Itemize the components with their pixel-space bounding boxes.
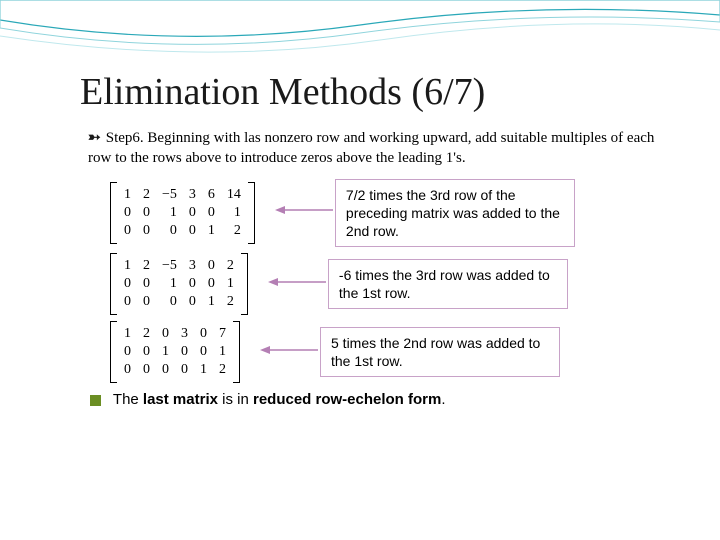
callout-1: 7/2 times the 3rd row of the preceding m… (335, 179, 575, 248)
arrow-left-icon (260, 340, 320, 365)
arrow-left-icon (275, 200, 335, 225)
arrow-left-icon (268, 272, 328, 297)
callout-3: 5 times the 2nd row was added to the 1st… (320, 327, 560, 377)
step-label: Step6. (106, 130, 144, 146)
matrix-row-1: 12−53614 001001 000012 7/2 times the 3rd… (80, 179, 660, 248)
final-statement: The last matrix is in reduced row-echelo… (90, 391, 660, 408)
matrix-2: 12−5302 001001 000012 (110, 253, 248, 315)
matrix-row-3: 120307 001001 000012 5 times the 2nd row… (80, 321, 660, 383)
slide-body: Elimination Methods (6/7) ➳ Step6. Begin… (0, 0, 720, 428)
slide-title: Elimination Methods (6/7) (80, 70, 660, 114)
matrix-3: 120307 001001 000012 (110, 321, 240, 383)
step-paragraph: ➳ Step6. Beginning with las nonzero row … (88, 128, 660, 169)
square-bullet-icon (90, 395, 101, 406)
matrix-1: 12−53614 001001 000012 (110, 182, 255, 244)
step-body: Beginning with las nonzero row and worki… (88, 130, 654, 166)
matrix-row-2: 12−5302 001001 000012 -6 times the 3rd r… (80, 253, 660, 315)
swirl-bullet-icon: ➳ (88, 128, 102, 148)
callout-2: -6 times the 3rd row was added to the 1s… (328, 259, 568, 309)
